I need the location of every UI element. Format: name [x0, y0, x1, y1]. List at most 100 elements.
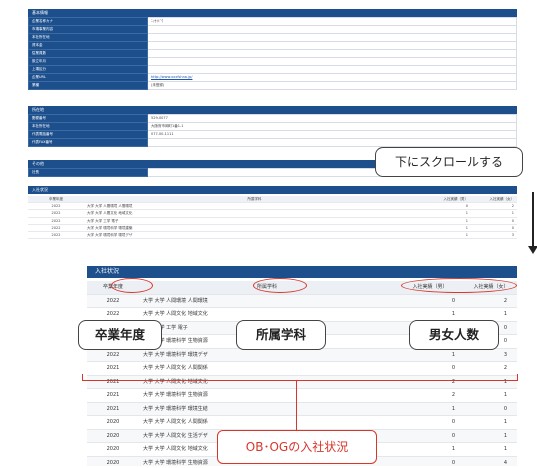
- form-row: 企業名称カナ ﾆｯｾｲﾄﾞｳ: [28, 17, 517, 26]
- field-label: 企業URL: [28, 73, 148, 82]
- form-row: 設立年月: [28, 57, 517, 66]
- preview-cell: 2022: [28, 231, 84, 240]
- field-value: (未登録): [147, 81, 517, 90]
- hiring-cell-year: 2022: [87, 348, 139, 362]
- callout-year: 卒業年度: [78, 320, 162, 350]
- hiring-cell-year: 2021: [87, 375, 139, 389]
- field-value: 529-0077: [147, 114, 517, 123]
- scroll-callout: 下にスクロールする: [375, 147, 523, 177]
- field-value: 大阪府市岡町1番1-1: [147, 122, 517, 131]
- hiring-cell-male: 0: [395, 294, 465, 308]
- field-value: ﾆｯｾｲﾄﾞｳ: [147, 17, 517, 26]
- preview-cell: 大学 大学 環境科学 環境デザ: [84, 231, 425, 240]
- field-label: 市場事業内容: [28, 25, 148, 34]
- preview-row: 2022 大学 大学 人間環境 人間環境 0 2: [28, 202, 517, 211]
- preview-col-header: 入社実績（女）: [471, 196, 517, 204]
- hiring-cell-dept: 大学 大学 人間文化 地域文化: [139, 375, 395, 389]
- hiring-cell-year: 2021: [87, 402, 139, 416]
- preview-cell: 2: [471, 202, 517, 211]
- form-row: 従業員数: [28, 49, 517, 58]
- field-value: [147, 33, 517, 42]
- callout-obog: OB･OGの入社状況: [217, 430, 377, 464]
- field-label: 設立年月: [28, 57, 148, 66]
- scroll-arrow-icon: [528, 246, 537, 254]
- preview-cell: 2022: [28, 202, 84, 211]
- form-row: 郵便番号 529-0077: [28, 114, 517, 123]
- preview-col-header: 卒業年度: [28, 196, 84, 204]
- preview-cell: 1: [425, 209, 471, 218]
- hiring-cell-female: 1: [465, 388, 517, 403]
- form-row: 代表FAX番号: [28, 138, 517, 147]
- field-label: 資本金: [28, 41, 148, 50]
- hiring-row: 2020 大学 大学 人間文化 人間関係 0 1: [87, 415, 517, 430]
- field-label: 従業員数: [28, 49, 148, 58]
- hiring-cell-dept: 大学 大学 人間文化 人間関係: [139, 415, 395, 430]
- field-value: 077-00-1111: [147, 130, 517, 139]
- hiring-cell-female: 1: [465, 429, 517, 443]
- form-row: 業種 (未登録): [28, 81, 517, 90]
- section-header-location: 所在地: [28, 106, 517, 114]
- field-value: [147, 41, 517, 50]
- field-value: [147, 49, 517, 58]
- hiring-cell-female: 3: [465, 348, 517, 362]
- hiring-preview-table: 卒業年度 所属学科 入社実績（男） 入社実績（女） 2022 大学 大学 人間環境 人間…: [28, 196, 517, 240]
- hiring-cell-female: 2: [465, 361, 517, 376]
- field-value: [147, 25, 517, 34]
- hiring-cell-male: 1: [395, 402, 465, 416]
- preview-row: 2022 大学 大学 環境科学 環境建築 1 0: [28, 224, 517, 233]
- field-label: 本社所在地: [28, 33, 148, 42]
- hiring-cell-female: 4: [465, 456, 517, 466]
- preview-cell: 0: [471, 224, 517, 233]
- zoom-section-title: 入社状況: [87, 266, 517, 278]
- field-label: 代表FAX番号: [28, 138, 148, 147]
- callout-dept: 所属学科: [236, 320, 326, 350]
- preview-header-row: 卒業年度 所属学科 入社実績（男） 入社実績（女）: [28, 196, 517, 204]
- scroll-arrow-shaft: [532, 192, 534, 246]
- bracket-right: [517, 374, 519, 381]
- preview-cell: 1: [425, 231, 471, 240]
- preview-cell: 1: [471, 209, 517, 218]
- hiring-cell-dept: 大学 大学 人間文化 人間関係: [139, 361, 395, 376]
- hiring-cell-year: 2022: [87, 307, 139, 322]
- company-url-link[interactable]: http://www.xxxfshna.jp/: [151, 75, 192, 79]
- hiring-cell-dept: 大学 大学 環境科学 環境生結: [139, 402, 395, 416]
- hiring-cell-dept: 大学 大学 人間文化 地域文化: [139, 307, 395, 322]
- field-label: 上場区分: [28, 65, 148, 74]
- hiring-cell-year: 2020: [87, 442, 139, 457]
- hiring-cell-year: 2021: [87, 388, 139, 403]
- hiring-cell-male: 2: [395, 388, 465, 403]
- hiring-cell-female: 1: [465, 442, 517, 457]
- preview-row: 2022 大学 大学 環境科学 環境デザ 1 3: [28, 231, 517, 240]
- gender-header-highlight: [401, 278, 517, 293]
- bracket-line: [82, 380, 517, 382]
- field-label: 代表電話番号: [28, 130, 148, 139]
- hiring-cell-male: 1: [395, 307, 465, 322]
- preview-row: 2022 大学 大学 人間文化 地域文化 1 1: [28, 209, 517, 218]
- hiring-cell-dept: 大学 大学 環境科学 生物資源: [139, 388, 395, 403]
- field-value: [147, 57, 517, 66]
- hiring-cell-year: 2020: [87, 415, 139, 430]
- field-label: 郵便番号: [28, 114, 148, 123]
- preview-cell: 3: [471, 231, 517, 240]
- preview-cell: 大学 大学 環境科学 環境建築: [84, 224, 425, 233]
- preview-cell: 2022: [28, 224, 84, 233]
- hiring-cell-male: 0: [395, 429, 465, 443]
- hiring-row: 2021 大学 大学 人間文化 人間関係 0 2: [87, 361, 517, 376]
- form-row: 本社所在地: [28, 33, 517, 42]
- hiring-cell-year: 2022: [87, 294, 139, 308]
- bracket-stem: [296, 380, 298, 432]
- form-row: 代表電話番号 077-00-1111: [28, 130, 517, 139]
- hiring-row: 2021 大学 大学 環境科学 環境生結 1 0: [87, 402, 517, 416]
- hiring-cell-dept: 大学 大学 人間環境 人間環境: [139, 294, 395, 308]
- hiring-cell-year: 2021: [87, 361, 139, 376]
- hiring-cell-year: 2020: [87, 456, 139, 466]
- hiring-cell-male: 1: [395, 442, 465, 457]
- form-row: 本社所在地 大阪府市岡町1番1-1: [28, 122, 517, 131]
- field-value: [147, 138, 517, 147]
- preview-cell: 1: [425, 217, 471, 225]
- hiring-cell-female: 1: [465, 375, 517, 389]
- hiring-row: 2022 大学 大学 環境科学 環境デザ 1 3: [87, 348, 517, 362]
- hiring-row: 2021 大学 大学 人間文化 地域文化 2 1: [87, 375, 517, 389]
- dept-header-highlight: [253, 278, 307, 293]
- preview-cell: 2022: [28, 217, 84, 225]
